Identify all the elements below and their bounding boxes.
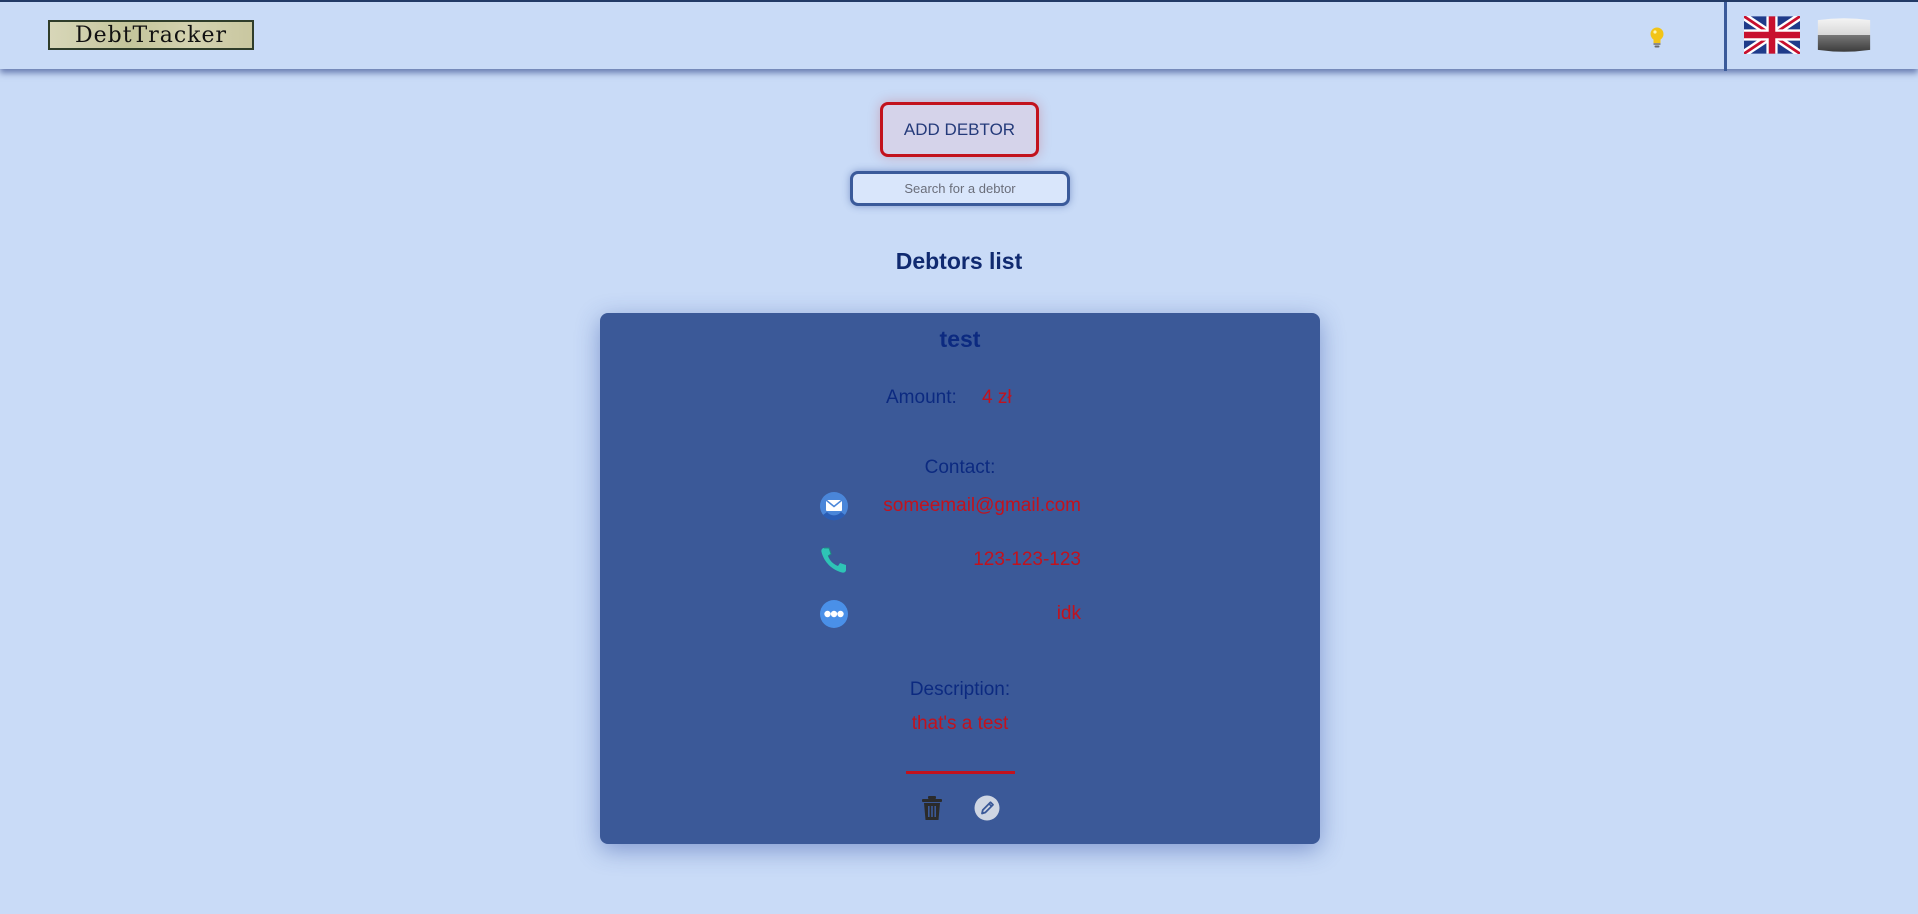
top-navbar: DebtTracker	[0, 0, 1918, 71]
app-logo[interactable]: DebtTracker	[48, 20, 254, 50]
description-value: that's a test	[911, 713, 1009, 734]
amount-label: Amount:	[886, 387, 957, 408]
contact-label: Contact:	[924, 457, 996, 478]
header-divider	[1724, 2, 1727, 71]
add-debtor-button[interactable]: ADD DEBTOR	[880, 102, 1039, 157]
more-icon	[820, 600, 848, 628]
email-icon	[820, 492, 848, 521]
contact-row-phone: 123-123-123	[819, 543, 1081, 577]
card-divider	[906, 771, 1015, 774]
other-contact-value: idk	[1056, 603, 1081, 624]
debtor-name: test	[939, 326, 981, 352]
edit-icon[interactable]	[974, 795, 1000, 821]
contact-row-email: someemail@gmail.com	[819, 489, 1081, 523]
debtors-list-title: Debtors list	[895, 248, 1023, 274]
trash-icon[interactable]	[920, 795, 944, 821]
amount-value: 4 zł	[982, 387, 1012, 408]
lightbulb-icon[interactable]	[1648, 26, 1666, 50]
logo-text: DebtTracker	[74, 22, 228, 48]
phone-icon	[821, 547, 846, 573]
description-label: Description:	[909, 679, 1011, 700]
phone-value[interactable]: 123-123-123	[973, 549, 1081, 571]
email-value[interactable]: someemail@gmail.com	[883, 495, 1081, 517]
english-flag-icon[interactable]	[1744, 16, 1800, 54]
debtor-card: test Amount: 4 zł Contact: someemail@gma…	[600, 313, 1320, 844]
polish-flag-icon[interactable]	[1816, 16, 1872, 54]
contact-row-other: idk	[819, 597, 1081, 631]
search-input[interactable]	[850, 171, 1070, 206]
